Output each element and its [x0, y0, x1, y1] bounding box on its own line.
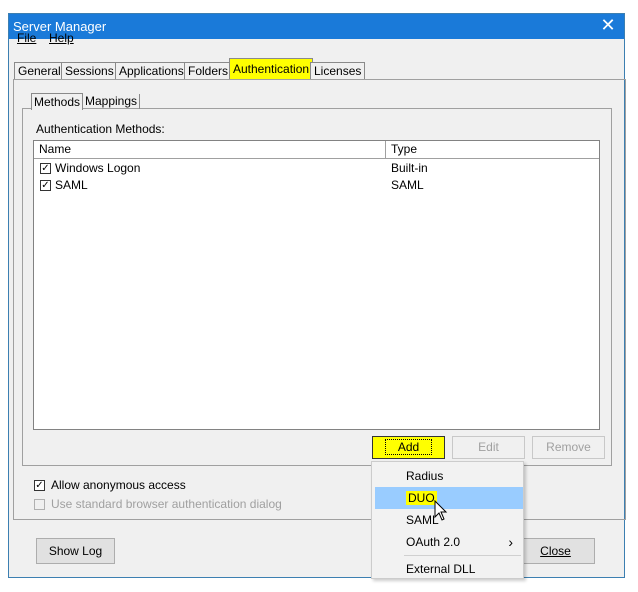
menu-file[interactable]: File — [17, 31, 36, 45]
close-button[interactable]: Close — [516, 538, 595, 564]
allow-anonymous-checkbox[interactable]: ✓ — [34, 480, 45, 491]
menu-separator — [404, 555, 521, 556]
tab-folders[interactable]: Folders — [184, 62, 233, 79]
subtab-mappings[interactable]: Mappings — [83, 94, 141, 109]
allow-anonymous-label: Allow anonymous access — [51, 478, 186, 492]
row-type: Built-in — [391, 161, 428, 175]
edit-button[interactable]: Edit — [452, 436, 525, 459]
column-header-name[interactable]: Name — [34, 141, 386, 158]
standard-dialog-label: Use standard browser authentication dial… — [51, 497, 282, 511]
list-header: Name Type — [34, 141, 599, 159]
menu-item-duo-label: DUO — [406, 491, 437, 505]
tab-sessions[interactable]: Sessions — [61, 62, 118, 79]
tab-licenses[interactable]: Licenses — [310, 62, 366, 79]
menu-item-oauth[interactable]: OAuth 2.0 › — [372, 531, 523, 553]
add-button[interactable]: Add — [372, 436, 445, 459]
close-icon[interactable]: ✕ — [598, 15, 618, 36]
row-name: Windows Logon — [55, 161, 141, 175]
title-bar: Server Manager ✕ — [9, 14, 624, 39]
auth-methods-label: Authentication Methods: — [36, 122, 165, 136]
table-row[interactable]: ✓ Windows Logon Built-in — [34, 160, 599, 177]
add-button-label: Add — [384, 439, 433, 455]
column-header-type[interactable]: Type — [386, 141, 599, 158]
menu-item-oauth-label: OAuth 2.0 — [406, 535, 461, 549]
menu-help-label: Help — [49, 31, 74, 45]
menu-item-external-dll[interactable]: External DLL — [372, 558, 523, 580]
table-row[interactable]: ✓ SAML SAML — [34, 177, 599, 194]
submenu-arrow-icon: › — [508, 534, 513, 550]
standard-dialog-checkbox[interactable] — [34, 499, 45, 510]
menu-help[interactable]: Help — [49, 31, 74, 45]
row-type: SAML — [391, 178, 424, 192]
menu-file-label: File — [17, 31, 37, 45]
row-name: SAML — [55, 178, 88, 192]
tab-general[interactable]: General — [14, 62, 65, 79]
tab-authentication[interactable]: Authentication — [229, 58, 314, 79]
auth-methods-list[interactable]: Name Type ✓ Windows Logon Built-in ✓ SAM… — [33, 140, 600, 430]
menu-item-duo[interactable]: DUO — [375, 487, 523, 509]
remove-button[interactable]: Remove — [532, 436, 605, 459]
mouse-cursor-icon — [434, 500, 448, 521]
show-log-button[interactable]: Show Log — [36, 538, 115, 564]
tab-applications[interactable]: Applications — [115, 62, 188, 79]
row-checkbox[interactable]: ✓ — [40, 163, 51, 174]
menu-item-radius[interactable]: Radius — [372, 465, 523, 487]
row-checkbox[interactable]: ✓ — [40, 180, 51, 191]
